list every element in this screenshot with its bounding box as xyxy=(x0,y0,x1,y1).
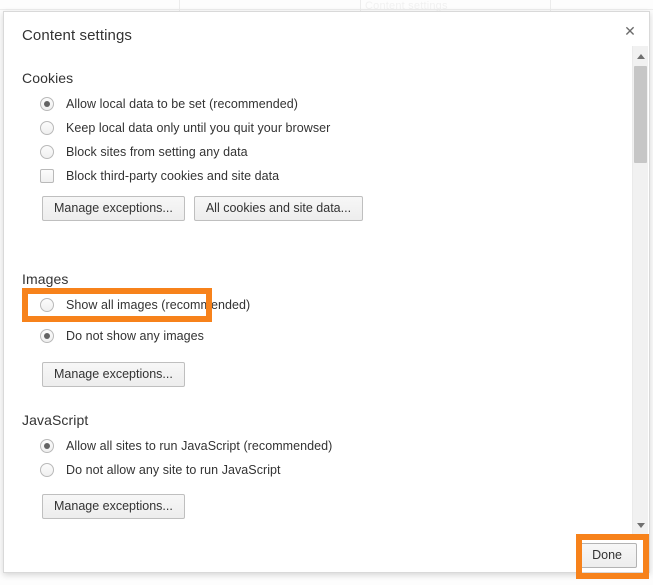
radio-icon-show-all-images[interactable] xyxy=(40,298,54,312)
section-images: Images Show all images (recommended) Do … xyxy=(4,271,604,388)
checkbox-row-block-third-party[interactable]: Block third-party cookies and site data xyxy=(40,164,600,188)
checkbox-label-block-third-party: Block third-party cookies and site data xyxy=(66,169,280,183)
radio-label-allow-local-data: Allow local data to be set (recommended) xyxy=(66,97,298,111)
chevron-up-icon[interactable] xyxy=(633,48,648,64)
content-settings-dialog: Content settings ✕ Cookies Allow local d… xyxy=(3,11,650,573)
backdrop-column-4 xyxy=(551,0,653,11)
settings-scroll-region: Cookies Allow local data to be set (reco… xyxy=(4,46,649,537)
images-button-row: Manage exceptions... xyxy=(42,362,604,388)
radio-row-block-sites[interactable]: Block sites from setting any data xyxy=(40,140,600,164)
dialog-footer: Done xyxy=(4,536,649,572)
cookies-manage-exceptions-button[interactable]: Manage exceptions... xyxy=(42,196,185,222)
section-cookies: Cookies Allow local data to be set (reco… xyxy=(4,70,604,222)
done-button[interactable]: Done xyxy=(577,543,637,569)
backdrop-column-1 xyxy=(0,0,180,11)
section-title-javascript: JavaScript xyxy=(22,412,89,428)
chevron-down-icon[interactable] xyxy=(633,517,648,533)
section-title-images: Images xyxy=(22,271,69,287)
radio-label-block-sites: Block sites from setting any data xyxy=(66,145,248,159)
section-javascript: JavaScript Allow all sites to run JavaSc… xyxy=(4,412,604,520)
radio-label-allow-javascript: Allow all sites to run JavaScript (recom… xyxy=(66,439,333,453)
radio-label-do-not-show-images: Do not show any images xyxy=(66,329,204,343)
backdrop-column-2 xyxy=(180,0,361,11)
javascript-manage-exceptions-button[interactable]: Manage exceptions... xyxy=(42,494,185,520)
radio-label-keep-until-quit: Keep local data only until you quit your… xyxy=(66,121,331,135)
radio-icon-keep-until-quit[interactable] xyxy=(40,121,54,135)
radio-row-allow-javascript[interactable]: Allow all sites to run JavaScript (recom… xyxy=(40,434,600,458)
chevron-down-glyph xyxy=(636,522,645,528)
cookies-button-row: Manage exceptions... All cookies and sit… xyxy=(42,196,604,222)
section-title-cookies: Cookies xyxy=(22,70,74,86)
vertical-scrollbar[interactable] xyxy=(632,46,648,537)
radio-row-allow-local-data[interactable]: Allow local data to be set (recommended) xyxy=(40,92,600,116)
radio-icon-allow-local-data[interactable] xyxy=(40,97,54,111)
settings-content: Cookies Allow local data to be set (reco… xyxy=(4,46,632,537)
radio-icon-do-not-show-images[interactable] xyxy=(40,329,54,343)
radio-icon-block-javascript[interactable] xyxy=(40,463,54,477)
radio-row-keep-until-quit[interactable]: Keep local data only until you quit your… xyxy=(40,116,600,140)
all-cookies-and-site-data-button[interactable]: All cookies and site data... xyxy=(193,196,364,222)
javascript-button-row: Manage exceptions... xyxy=(42,494,604,520)
checkbox-icon-block-third-party[interactable] xyxy=(40,169,54,183)
radio-icon-block-sites[interactable] xyxy=(40,145,54,159)
radio-label-show-all-images: Show all images (recommended) xyxy=(66,298,251,312)
radio-row-show-all-images[interactable]: Show all images (recommended) xyxy=(40,293,600,317)
radio-icon-allow-javascript[interactable] xyxy=(40,439,54,453)
close-icon[interactable]: ✕ xyxy=(619,20,641,42)
dialog-title: Content settings xyxy=(22,27,132,44)
chevron-up-glyph xyxy=(636,53,645,59)
radio-row-block-javascript[interactable]: Do not allow any site to run JavaScript xyxy=(40,458,600,482)
radio-row-do-not-show-images[interactable]: Do not show any images xyxy=(40,324,600,348)
scrollbar-thumb[interactable] xyxy=(634,66,647,163)
images-manage-exceptions-button[interactable]: Manage exceptions... xyxy=(42,362,185,388)
radio-label-block-javascript: Do not allow any site to run JavaScript xyxy=(66,463,281,477)
